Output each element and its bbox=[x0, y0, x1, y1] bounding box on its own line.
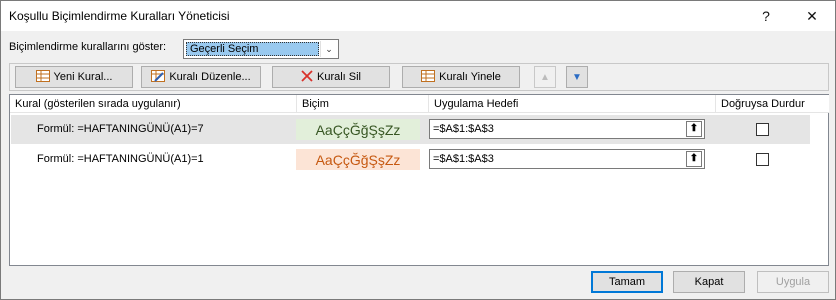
format-preview: AaÇçĞğŞşZz bbox=[296, 149, 420, 170]
chevron-up-icon: ▲ bbox=[540, 71, 550, 83]
delete-rule-button[interactable]: Kuralı Sil bbox=[272, 66, 390, 88]
chevron-down-icon: ▼ bbox=[572, 71, 582, 83]
applies-to-value: =$A$1:$A$3 bbox=[433, 123, 494, 135]
applies-to-field[interactable]: =$A$1:$A$3 ⬆ bbox=[429, 119, 705, 139]
edit-rule-button[interactable]: Kuralı Düzenle... bbox=[141, 66, 261, 88]
stop-if-true-checkbox[interactable] bbox=[756, 153, 769, 166]
move-down-button[interactable]: ▼ bbox=[566, 66, 588, 88]
collapse-dialog-icon[interactable]: ⬆ bbox=[686, 121, 702, 137]
column-header-stop-if-true: Doğruysa Durdur bbox=[716, 95, 829, 113]
applies-to-value: =$A$1:$A$3 bbox=[433, 153, 494, 165]
applies-to-field[interactable]: =$A$1:$A$3 ⬆ bbox=[429, 149, 705, 169]
close-icon[interactable]: ✕ bbox=[789, 1, 835, 31]
dialog-window: Koşullu Biçimlendirme Kuralları Yönetici… bbox=[0, 0, 836, 300]
dialog-title: Koşullu Biçimlendirme Kuralları Yönetici… bbox=[9, 9, 230, 23]
stop-if-true-checkbox[interactable] bbox=[756, 123, 769, 136]
collapse-dialog-icon[interactable]: ⬆ bbox=[686, 151, 702, 167]
ok-button[interactable]: Tamam bbox=[591, 271, 663, 293]
show-rules-select[interactable]: Geçerli Seçim ⌄ bbox=[183, 39, 339, 59]
close-button[interactable]: Kapat bbox=[673, 271, 745, 293]
show-rules-selected-value: Geçerli Seçim bbox=[186, 42, 319, 56]
rule-formula: Formül: =HAFTANINGÜNÜ(A1)=7 bbox=[37, 123, 204, 135]
table-row[interactable]: Formül: =HAFTANINGÜNÜ(A1)=1 AaÇçĞğŞşZz =… bbox=[11, 145, 810, 174]
edit-rule-label: Kuralı Düzenle... bbox=[169, 71, 251, 83]
table-icon bbox=[421, 69, 436, 85]
column-header-applies-to: Uygulama Hedefi bbox=[429, 95, 715, 113]
chevron-down-icon[interactable]: ⌄ bbox=[320, 41, 337, 57]
show-rules-label: Biçimlendirme kurallarını göster: bbox=[9, 41, 167, 53]
duplicate-rule-button[interactable]: Kuralı Yinele bbox=[402, 66, 520, 88]
x-icon bbox=[301, 69, 313, 85]
column-header-rule: Kural (gösterilen sırada uygulanır) bbox=[10, 95, 296, 113]
move-up-button[interactable]: ▲ bbox=[534, 66, 556, 88]
table-icon bbox=[35, 69, 50, 85]
rules-toolbar: Yeni Kural... Kuralı Düzenle... Kuralı S… bbox=[9, 63, 829, 91]
new-rule-label: Yeni Kural... bbox=[53, 71, 113, 83]
delete-rule-label: Kuralı Sil bbox=[316, 71, 362, 83]
help-button[interactable]: ? bbox=[743, 1, 789, 31]
rule-formula: Formül: =HAFTANINGÜNÜ(A1)=1 bbox=[37, 153, 204, 165]
duplicate-rule-label: Kuralı Yinele bbox=[439, 71, 501, 83]
format-preview: AaÇçĞğŞşZz bbox=[296, 119, 420, 140]
rules-table: Kural (gösterilen sırada uygulanır) Biçi… bbox=[9, 94, 829, 266]
table-row[interactable]: Formül: =HAFTANINGÜNÜ(A1)=7 AaÇçĞğŞşZz =… bbox=[11, 115, 810, 144]
edit-table-icon bbox=[151, 69, 166, 85]
column-header-format: Biçim bbox=[297, 95, 428, 113]
title-bar: Koşullu Biçimlendirme Kuralları Yönetici… bbox=[1, 1, 835, 31]
apply-button[interactable]: Uygula bbox=[757, 271, 829, 293]
new-rule-button[interactable]: Yeni Kural... bbox=[15, 66, 133, 88]
